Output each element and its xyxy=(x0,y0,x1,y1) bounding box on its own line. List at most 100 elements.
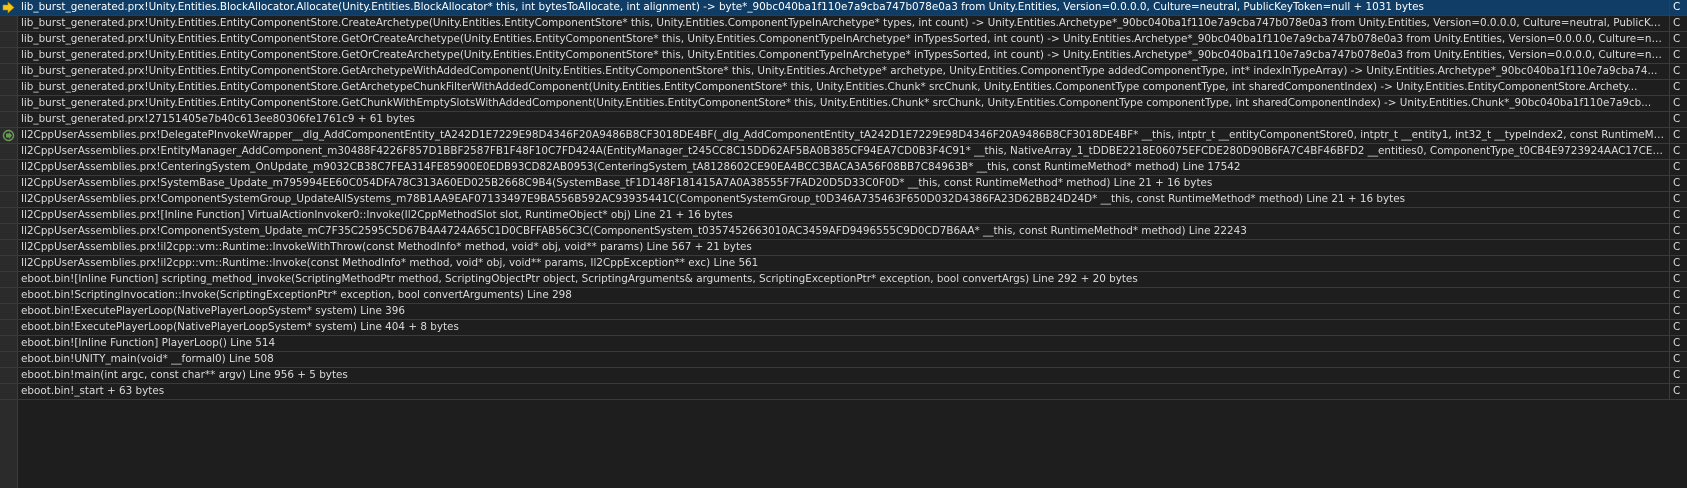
frame-text: Il2CppUserAssemblies.prx!ComponentSystem… xyxy=(21,193,1406,205)
frame-marker xyxy=(0,288,17,303)
frame-marker xyxy=(0,48,17,63)
frame-language: C xyxy=(1669,0,1687,15)
frame-text: eboot.bin!main(int argc, const char** ar… xyxy=(21,369,348,381)
call-stack-frame-row[interactable]: eboot.bin!_start + 63 bytes C xyxy=(0,384,1687,400)
call-stack-frame-row[interactable]: eboot.bin!UNITY_main(void* __formal0) Li… xyxy=(0,352,1687,368)
frame-marker xyxy=(0,336,17,351)
call-stack-frame-row[interactable]: lib_burst_generated.prx!Unity.Entities.E… xyxy=(0,32,1687,48)
frame-language: C xyxy=(1669,144,1687,159)
frame-language: C xyxy=(1669,288,1687,303)
frame-language: C xyxy=(1669,16,1687,31)
frame-text: Il2CppUserAssemblies.prx!ComponentSystem… xyxy=(21,225,1247,237)
frame-text: Il2CppUserAssemblies.prx!il2cpp::vm::Run… xyxy=(21,257,759,269)
call-stack-frame-list: lib_burst_generated.prx!Unity.Entities.B… xyxy=(0,0,1687,400)
frame-language: C xyxy=(1669,336,1687,351)
frame-marker xyxy=(0,208,17,223)
call-stack-frame-row[interactable]: lib_burst_generated.prx!27151405e7b40c61… xyxy=(0,112,1687,128)
frame-marker xyxy=(0,96,17,111)
frame-language: C xyxy=(1669,176,1687,191)
call-stack-frame-row[interactable]: Il2CppUserAssemblies.prx!CenteringSystem… xyxy=(0,160,1687,176)
frame-language: C xyxy=(1669,256,1687,271)
frame-marker xyxy=(0,224,17,239)
frame-language: C xyxy=(1669,272,1687,287)
frame-text: lib_burst_generated.prx!Unity.Entities.E… xyxy=(21,33,1666,45)
frame-marker xyxy=(0,176,17,191)
context-switch-icon xyxy=(0,128,17,143)
call-stack-frame-row[interactable]: Il2CppUserAssemblies.prx![Inline Functio… xyxy=(0,208,1687,224)
frame-marker xyxy=(0,144,17,159)
frame-text: eboot.bin![Inline Function] scripting_me… xyxy=(21,273,1138,285)
call-stack-frame-row[interactable]: Il2CppUserAssemblies.prx!il2cpp::vm::Run… xyxy=(0,256,1687,272)
frame-language: C xyxy=(1669,192,1687,207)
frame-text: Il2CppUserAssemblies.prx!CenteringSystem… xyxy=(21,161,1241,173)
frame-text: lib_burst_generated.prx!Unity.Entities.B… xyxy=(21,1,1424,13)
frame-marker xyxy=(0,256,17,271)
frame-marker xyxy=(0,80,17,95)
frame-text: lib_burst_generated.prx!Unity.Entities.E… xyxy=(21,97,1652,109)
frame-text: eboot.bin!ExecutePlayerLoop(NativePlayer… xyxy=(21,305,406,317)
frame-language: C xyxy=(1669,208,1687,223)
call-stack-frame-row[interactable]: eboot.bin!ExecutePlayerLoop(NativePlayer… xyxy=(0,304,1687,320)
call-stack-frame-row[interactable]: lib_burst_generated.prx!Unity.Entities.E… xyxy=(0,48,1687,64)
frame-language: C xyxy=(1669,384,1687,399)
frame-text: eboot.bin!UNITY_main(void* __formal0) Li… xyxy=(21,353,274,365)
frame-text: Il2CppUserAssemblies.prx!SystemBase_Upda… xyxy=(21,177,1213,189)
call-stack-frame-row[interactable]: eboot.bin![Inline Function] scripting_me… xyxy=(0,272,1687,288)
call-stack-frame-row[interactable]: lib_burst_generated.prx!Unity.Entities.E… xyxy=(0,96,1687,112)
call-stack-frame-row[interactable]: eboot.bin!ScriptingInvocation::Invoke(Sc… xyxy=(0,288,1687,304)
frame-marker xyxy=(0,352,17,367)
frame-language: C xyxy=(1669,48,1687,63)
frame-language: C xyxy=(1669,320,1687,335)
call-stack-frame-row[interactable]: Il2CppUserAssemblies.prx!DelegatePInvoke… xyxy=(0,128,1687,144)
call-stack-frame-row[interactable]: lib_burst_generated.prx!Unity.Entities.E… xyxy=(0,16,1687,32)
frame-marker xyxy=(0,320,17,335)
frame-language: C xyxy=(1669,368,1687,383)
frame-marker xyxy=(0,240,17,255)
call-stack-frame-row[interactable]: eboot.bin!ExecutePlayerLoop(NativePlayer… xyxy=(0,320,1687,336)
call-stack-frame-row[interactable]: lib_burst_generated.prx!Unity.Entities.E… xyxy=(0,80,1687,96)
call-stack-frame-row[interactable]: Il2CppUserAssemblies.prx!SystemBase_Upda… xyxy=(0,176,1687,192)
call-stack-frame-row[interactable]: eboot.bin!main(int argc, const char** ar… xyxy=(0,368,1687,384)
frame-marker xyxy=(0,32,17,47)
frame-language: C xyxy=(1669,80,1687,95)
frame-text: eboot.bin![Inline Function] PlayerLoop()… xyxy=(21,337,276,349)
frame-marker xyxy=(0,304,17,319)
frame-language: C xyxy=(1669,64,1687,79)
call-stack-frame-row[interactable]: lib_burst_generated.prx!Unity.Entities.E… xyxy=(0,64,1687,80)
frame-text: lib_burst_generated.prx!Unity.Entities.E… xyxy=(21,65,1658,77)
frame-text: eboot.bin!ScriptingInvocation::Invoke(Sc… xyxy=(21,289,572,301)
frame-language: C xyxy=(1669,160,1687,175)
frame-language: C xyxy=(1669,96,1687,111)
current-frame-arrow-icon xyxy=(0,0,17,15)
call-stack-frame-row[interactable]: Il2CppUserAssemblies.prx!ComponentSystem… xyxy=(0,224,1687,240)
frame-text: Il2CppUserAssemblies.prx!il2cpp::vm::Run… xyxy=(21,241,752,253)
call-stack-frame-row[interactable]: Il2CppUserAssemblies.prx!il2cpp::vm::Run… xyxy=(0,240,1687,256)
frame-marker xyxy=(0,16,17,31)
frame-text: eboot.bin!ExecutePlayerLoop(NativePlayer… xyxy=(21,321,459,333)
frame-text: eboot.bin!_start + 63 bytes xyxy=(21,385,165,397)
frame-marker xyxy=(0,272,17,287)
frame-text: lib_burst_generated.prx!Unity.Entities.E… xyxy=(21,17,1666,29)
frame-language: C xyxy=(1669,304,1687,319)
call-stack-frame-row[interactable]: Il2CppUserAssemblies.prx!ComponentSystem… xyxy=(0,192,1687,208)
frame-marker xyxy=(0,384,17,399)
frame-marker xyxy=(0,160,17,175)
frame-marker xyxy=(0,112,17,127)
frame-language: C xyxy=(1669,224,1687,239)
frame-marker xyxy=(0,368,17,383)
frame-marker xyxy=(0,192,17,207)
call-stack-window: lib_burst_generated.prx!Unity.Entities.B… xyxy=(0,0,1687,488)
frame-text: Il2CppUserAssemblies.prx!DelegatePInvoke… xyxy=(21,129,1666,141)
frame-text: Il2CppUserAssemblies.prx!EntityManager_A… xyxy=(21,145,1666,157)
frame-language: C xyxy=(1669,112,1687,127)
frame-text: lib_burst_generated.prx!27151405e7b40c61… xyxy=(21,113,415,125)
frame-language: C xyxy=(1669,352,1687,367)
call-stack-frame-row[interactable]: lib_burst_generated.prx!Unity.Entities.B… xyxy=(0,0,1687,16)
frame-marker xyxy=(0,64,17,79)
call-stack-frame-row[interactable]: Il2CppUserAssemblies.prx!EntityManager_A… xyxy=(0,144,1687,160)
call-stack-frame-row[interactable]: eboot.bin![Inline Function] PlayerLoop()… xyxy=(0,336,1687,352)
frame-language: C xyxy=(1669,240,1687,255)
frame-text: Il2CppUserAssemblies.prx![Inline Functio… xyxy=(21,209,733,221)
frame-language: C xyxy=(1669,128,1687,143)
frame-text: lib_burst_generated.prx!Unity.Entities.E… xyxy=(21,49,1666,61)
